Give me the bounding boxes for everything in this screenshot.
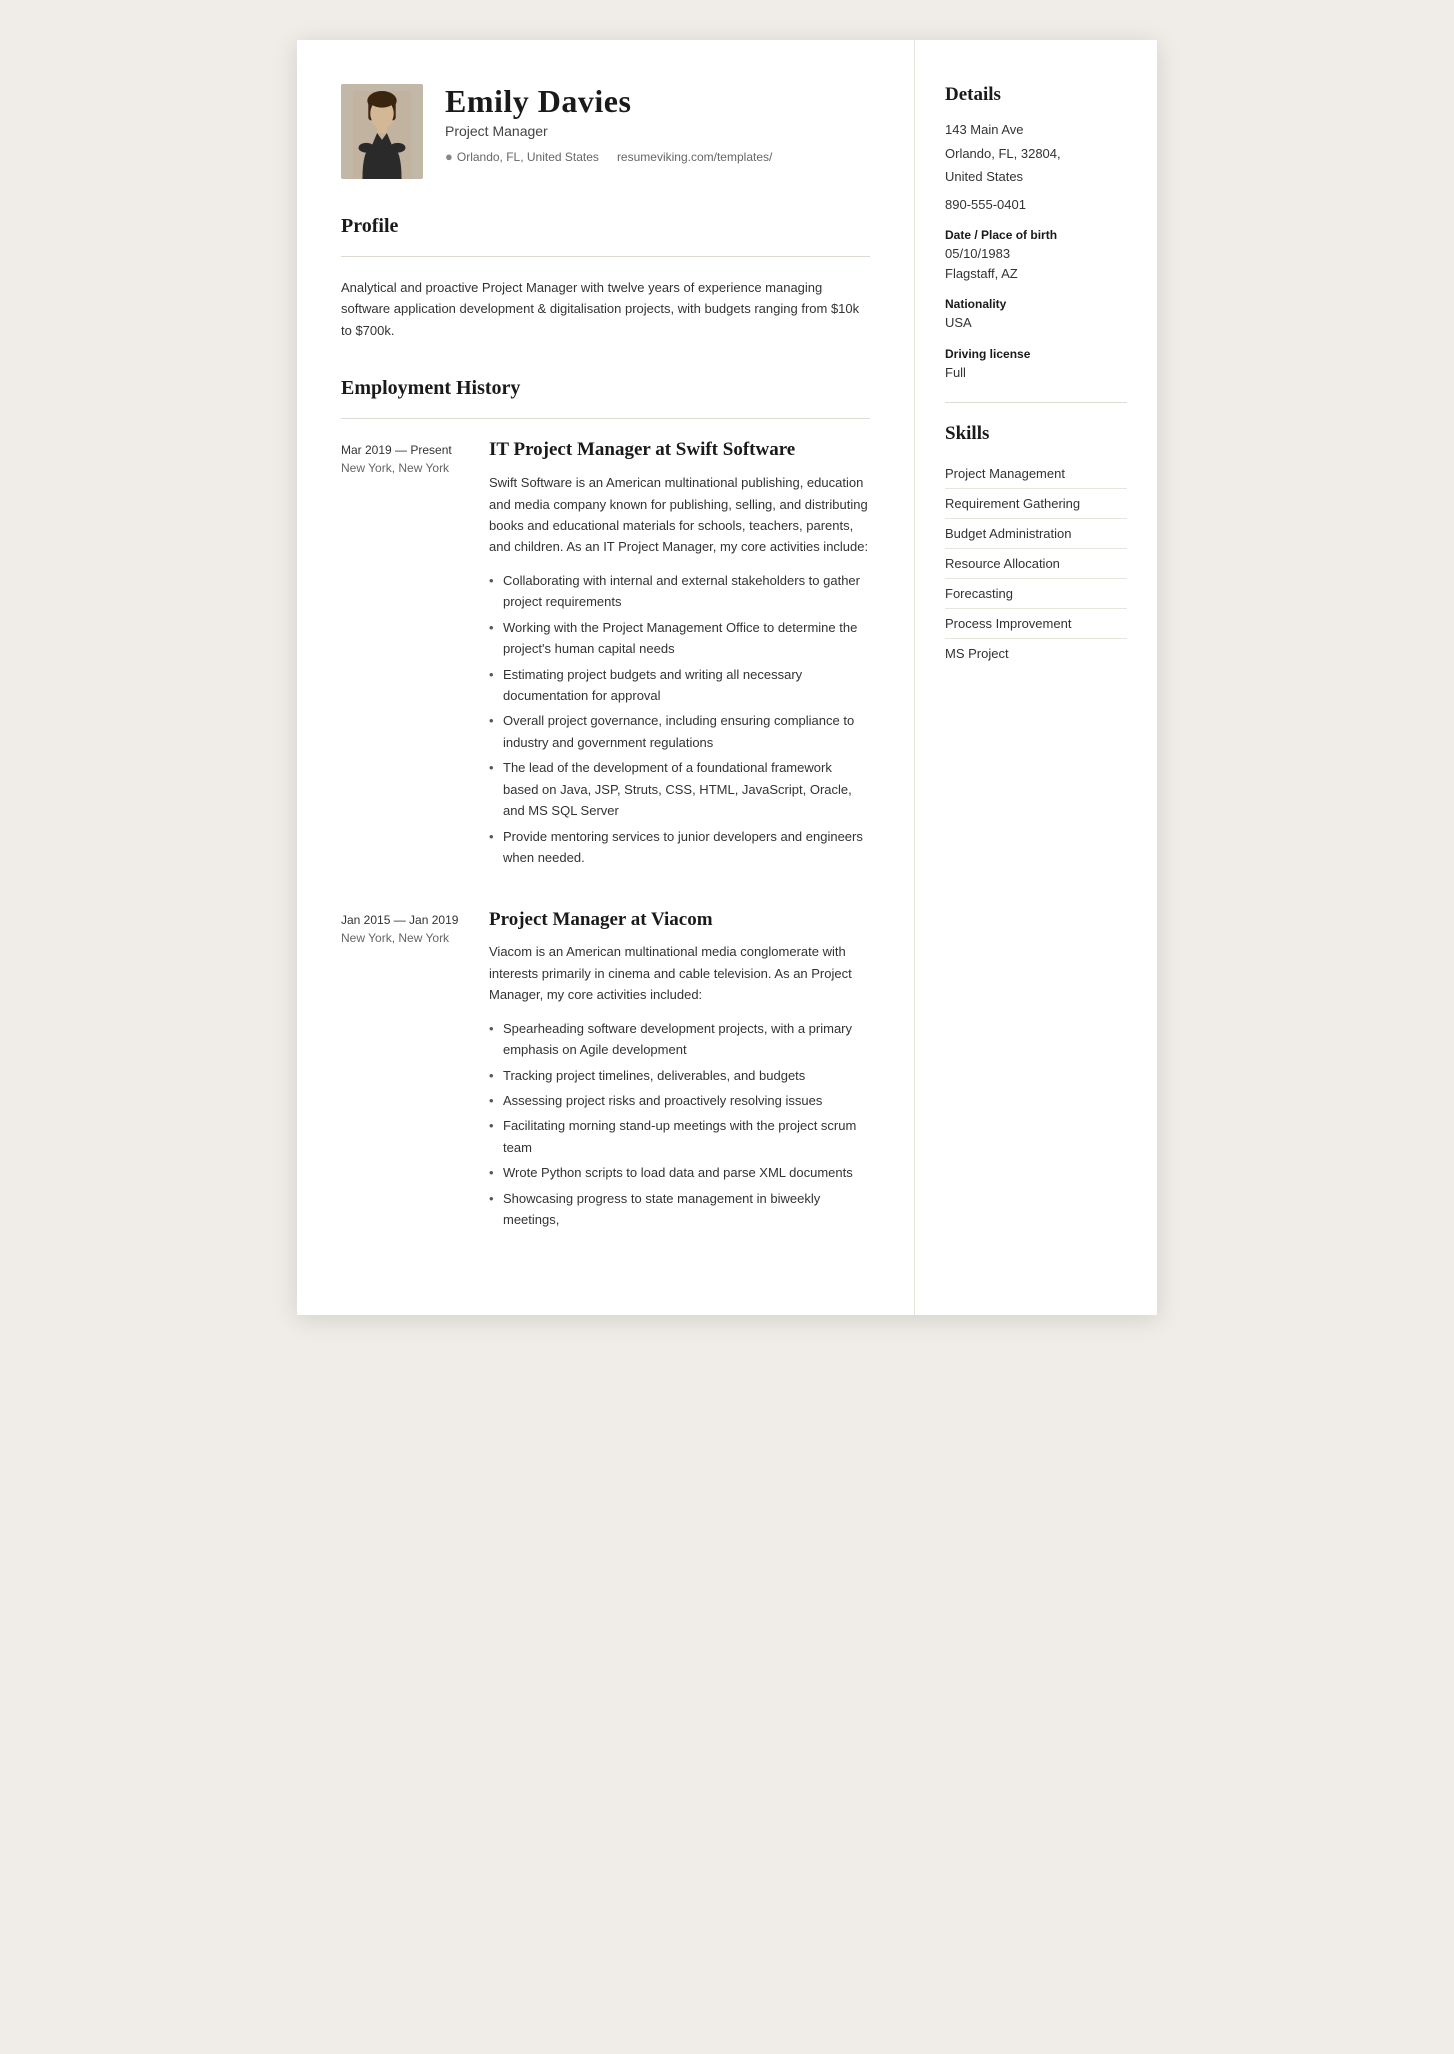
bullet-2-6: Showcasing progress to state management …: [489, 1188, 870, 1231]
header-info: Emily Davies Project Manager ● Orlando, …: [445, 84, 870, 164]
driving-label: Driving license: [945, 347, 1127, 361]
bullet-2-3: Assessing project risks and proactively …: [489, 1090, 870, 1111]
job-date-1: Mar 2019 — Present: [341, 443, 489, 457]
skill-1: Project Management: [945, 459, 1127, 489]
header-meta: ● Orlando, FL, United States resumevikin…: [445, 149, 870, 164]
job-location-2: New York, New York: [341, 931, 489, 945]
bullet-2-2: Tracking project timelines, deliverables…: [489, 1065, 870, 1086]
job-content-1: IT Project Manager at Swift Software Swi…: [489, 439, 870, 872]
employment-title: Employment History: [341, 377, 870, 404]
location-icon: ●: [445, 149, 453, 164]
header-location: ● Orlando, FL, United States: [445, 149, 599, 164]
details-title: Details: [945, 84, 1127, 106]
avatar: [341, 84, 423, 179]
header-section: Emily Davies Project Manager ● Orlando, …: [341, 84, 870, 179]
job-meta-1: Mar 2019 — Present New York, New York: [341, 439, 489, 872]
profile-divider: [341, 256, 870, 257]
job-entry-1: Mar 2019 — Present New York, New York IT…: [341, 439, 870, 872]
job-content-2: Project Manager at Viacom Viacom is an A…: [489, 909, 870, 1235]
bullet-1-5: The lead of the development of a foundat…: [489, 757, 870, 821]
skill-6: Process Improvement: [945, 609, 1127, 639]
address-line3: United States: [945, 167, 1127, 187]
job-meta-2: Jan 2015 — Jan 2019 New York, New York: [341, 909, 489, 1235]
nationality-label: Nationality: [945, 297, 1127, 311]
bullet-1-6: Provide mentoring services to junior dev…: [489, 826, 870, 869]
bullet-2-1: Spearheading software development projec…: [489, 1018, 870, 1061]
dob-value: 05/10/1983: [945, 244, 1127, 264]
job-desc-2: Viacom is an American multinational medi…: [489, 941, 870, 1005]
job-location-1: New York, New York: [341, 461, 489, 475]
skill-5: Forecasting: [945, 579, 1127, 609]
phone: 890-555-0401: [945, 195, 1127, 215]
job-entry-2: Jan 2015 — Jan 2019 New York, New York P…: [341, 909, 870, 1235]
job-bullets-2: Spearheading software development projec…: [489, 1018, 870, 1231]
skills-title: Skills: [945, 423, 1127, 445]
bullet-2-5: Wrote Python scripts to load data and pa…: [489, 1162, 870, 1183]
resume-card: Emily Davies Project Manager ● Orlando, …: [297, 40, 1157, 1315]
job-date-2: Jan 2015 — Jan 2019: [341, 913, 489, 927]
job-bullets-1: Collaborating with internal and external…: [489, 570, 870, 869]
bullet-1-2: Working with the Project Management Offi…: [489, 617, 870, 660]
driving-value: Full: [945, 363, 1127, 383]
skill-4: Resource Allocation: [945, 549, 1127, 579]
sidebar-column: Details 143 Main Ave Orlando, FL, 32804,…: [915, 40, 1157, 1315]
skill-3: Budget Administration: [945, 519, 1127, 549]
location-text: Orlando, FL, United States: [457, 150, 599, 164]
bullet-1-1: Collaborating with internal and external…: [489, 570, 870, 613]
address-line1: 143 Main Ave: [945, 120, 1127, 140]
employment-section: Employment History Mar 2019 — Present Ne…: [341, 377, 870, 1234]
nationality-value: USA: [945, 313, 1127, 333]
avatar-image: [352, 91, 412, 179]
job-title-1: IT Project Manager at Swift Software: [489, 439, 870, 462]
job-desc-1: Swift Software is an American multinatio…: [489, 472, 870, 558]
employment-divider: [341, 418, 870, 419]
bullet-2-4: Facilitating morning stand-up meetings w…: [489, 1115, 870, 1158]
website-text: resumeviking.com/templates/: [617, 150, 772, 164]
bullet-1-4: Overall project governance, including en…: [489, 710, 870, 753]
pob-value: Flagstaff, AZ: [945, 264, 1127, 284]
profile-title: Profile: [341, 215, 870, 242]
profile-text: Analytical and proactive Project Manager…: [341, 277, 870, 341]
sidebar-divider: [945, 402, 1127, 403]
candidate-title: Project Manager: [445, 123, 870, 139]
dob-label: Date / Place of birth: [945, 228, 1127, 242]
skill-7: MS Project: [945, 639, 1127, 668]
candidate-name: Emily Davies: [445, 84, 870, 119]
main-column: Emily Davies Project Manager ● Orlando, …: [297, 40, 915, 1315]
address-line2: Orlando, FL, 32804,: [945, 144, 1127, 164]
job-title-2: Project Manager at Viacom: [489, 909, 870, 932]
skill-2: Requirement Gathering: [945, 489, 1127, 519]
profile-section: Profile Analytical and proactive Project…: [341, 215, 870, 341]
bullet-1-3: Estimating project budgets and writing a…: [489, 664, 870, 707]
